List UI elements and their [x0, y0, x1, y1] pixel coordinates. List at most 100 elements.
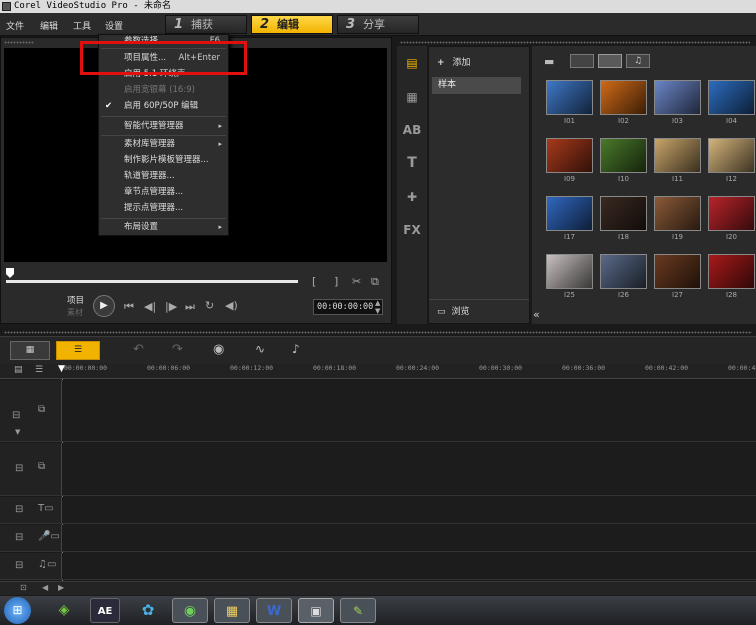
timeline-options-icon[interactable]: ☰ [35, 365, 43, 375]
library-thumbnail[interactable] [708, 138, 755, 173]
tab-capture[interactable]: 1 捕获 [165, 15, 247, 34]
video-track[interactable]: ⊟ ⧉ ▼ [0, 380, 756, 442]
auto-music-icon[interactable]: ♪ [292, 342, 300, 356]
menu-item-cue-manager[interactable]: 提示点管理器... [99, 201, 228, 216]
menu-edit[interactable]: 编辑 [40, 19, 58, 32]
timeline-ruler[interactable]: 00:00:00:00 00:00:06:00 00:00:12:00 00:00:1… [0, 364, 756, 379]
library-thumbnail[interactable] [546, 254, 593, 289]
taskbar-app-aftereffects-icon[interactable]: AE [90, 598, 120, 623]
library-thumbnail[interactable] [546, 80, 593, 115]
playhead-icon[interactable]: ▼ [58, 364, 65, 374]
mark-in-icon[interactable]: [ [312, 275, 316, 288]
redo-icon[interactable]: ↷ [172, 342, 183, 357]
menu-item-smart-proxy[interactable]: 智能代理管理器 ▸ [99, 119, 228, 134]
library-thumbnail[interactable] [600, 138, 647, 173]
menu-item-track-manager[interactable]: 轨道管理器... [99, 169, 228, 184]
library-thumbnail[interactable] [654, 196, 701, 231]
browse-button[interactable]: ▭ 浏览 [429, 299, 529, 323]
menu-tools[interactable]: 工具 [73, 19, 91, 32]
volume-icon[interactable]: ◀) [225, 299, 238, 312]
menu-item-layout-settings-label: 布局设置 [124, 222, 159, 232]
previous-frame-icon[interactable]: ◀| [144, 300, 156, 313]
timeline-grip[interactable] [4, 331, 752, 334]
track-visibility-icon[interactable]: ⊟ [12, 410, 20, 421]
next-frame-icon[interactable]: |▶ [165, 300, 177, 313]
split-clip-icon[interactable]: ✂ [352, 275, 361, 288]
collapse-library-icon[interactable]: « [533, 308, 540, 321]
graphic-icon[interactable]: ✚ [402, 188, 422, 206]
library-thumbnail[interactable] [654, 80, 701, 115]
play-button[interactable]: ▶ [93, 295, 115, 317]
overlay-visibility-icon[interactable]: ⊟ [15, 463, 23, 474]
menu-item-library-manager[interactable]: 素材库管理器 ▸ [99, 137, 228, 152]
tab-share[interactable]: 3 分享 [337, 15, 419, 34]
library-thumbnail[interactable] [546, 138, 593, 173]
taskbar-app-videostudio-icon[interactable]: ▣ [298, 598, 334, 623]
title-visibility-icon[interactable]: ⊟ [15, 504, 23, 515]
instant-project-icon[interactable]: ▦ [402, 88, 422, 106]
record-capture-icon[interactable]: ◉ [213, 342, 224, 357]
menu-item-template-manager[interactable]: 制作影片模板管理器... [99, 153, 228, 168]
repeat-icon[interactable]: ↻ [205, 299, 214, 312]
menu-settings[interactable]: 设置 [105, 19, 123, 32]
zoom-fit-icon[interactable]: ⊡ [20, 583, 27, 592]
taskbar-app-word-icon[interactable]: W [256, 598, 292, 623]
add-folder-button[interactable]: + 添加 [437, 55, 471, 68]
taskbar-app-nvidia-icon[interactable]: ◈ [46, 598, 82, 623]
library-thumbnail[interactable] [546, 196, 593, 231]
mode-project-label[interactable]: 项目 [67, 294, 84, 306]
library-thumbnail[interactable] [654, 138, 701, 173]
library-thumbnail[interactable] [708, 196, 755, 231]
track-manager-icon[interactable]: ▤ [14, 365, 23, 375]
taskbar-app-browser-icon[interactable]: ◉ [172, 598, 208, 623]
timecode-field[interactable]: 00:00:00:00 [313, 299, 383, 315]
enlarge-icon[interactable]: ⧉ [371, 275, 379, 289]
taskbar-app-editor-icon[interactable]: ✎ [340, 598, 376, 623]
scroll-right-icon[interactable]: ▶ [58, 583, 64, 592]
scroll-left-icon[interactable]: ◀ [42, 583, 48, 592]
transition-icon[interactable]: AB [402, 121, 422, 139]
library-thumbnail[interactable] [708, 254, 755, 289]
media-category-icon[interactable]: ▤ [402, 54, 422, 72]
show-videos-icon[interactable] [570, 54, 594, 68]
end-icon[interactable]: ⏭ [185, 300, 195, 314]
library-grip[interactable] [400, 41, 750, 44]
mark-out-icon[interactable]: ] [334, 275, 338, 288]
library-thumbnail[interactable] [654, 254, 701, 289]
storyboard-view-button[interactable]: ▦ [10, 341, 50, 360]
voice-track[interactable]: ⊟ 🎤▭ [0, 525, 756, 552]
title-track[interactable]: ⊟ T▭ [0, 497, 756, 524]
show-photos-icon[interactable] [598, 54, 622, 68]
menu-item-layout-settings[interactable]: 布局设置 ▸ [99, 220, 228, 235]
home-icon[interactable]: ⏮ [124, 300, 134, 314]
folder-icon[interactable]: ▬ [544, 55, 554, 68]
library-thumbnail[interactable] [600, 196, 647, 231]
library-thumbnail[interactable] [600, 254, 647, 289]
menu-item-60p50p[interactable]: ✔ 启用 60P/50P 编辑 [99, 99, 228, 114]
folder-sample[interactable]: 样本 [432, 77, 521, 94]
taskbar-app-explorer-icon[interactable]: ▦ [214, 598, 250, 623]
title-icon[interactable]: T [402, 154, 422, 172]
filter-icon[interactable]: FX [402, 221, 422, 239]
library-thumbnail[interactable] [600, 80, 647, 115]
menu-item-chapter-manager[interactable]: 章节点管理器... [99, 185, 228, 200]
voice-visibility-icon[interactable]: ⊟ [15, 532, 23, 543]
scrubber-bar[interactable] [6, 280, 298, 283]
expand-track-icon[interactable]: ▼ [15, 428, 20, 436]
menu-file[interactable]: 文件 [6, 19, 24, 32]
timecode-stepper-icon[interactable]: ▲ ▼ [375, 299, 380, 315]
mode-clip-label[interactable]: 素材 [67, 307, 83, 318]
music-track[interactable]: ⊟ ♫▭ [0, 553, 756, 580]
taskbar-app-media-icon[interactable]: ✿ [130, 598, 166, 623]
undo-icon[interactable]: ↶ [133, 342, 144, 357]
timeline-view-button[interactable]: ☰ [56, 341, 100, 360]
library-thumbnail[interactable] [708, 80, 755, 115]
sound-mixer-icon[interactable]: ∿ [255, 342, 265, 356]
show-audio-icon[interactable]: ♫ [626, 54, 650, 68]
start-button[interactable]: ⊞ [4, 597, 31, 624]
music-visibility-icon[interactable]: ⊟ [15, 560, 23, 571]
overlay-track[interactable]: ⊟ ⧉ [0, 443, 756, 496]
player-grip[interactable] [4, 41, 34, 44]
timeline-scrollbar[interactable]: ⊡ ◀ ▶ [0, 581, 756, 595]
tab-edit[interactable]: 2 编辑 [251, 15, 333, 34]
